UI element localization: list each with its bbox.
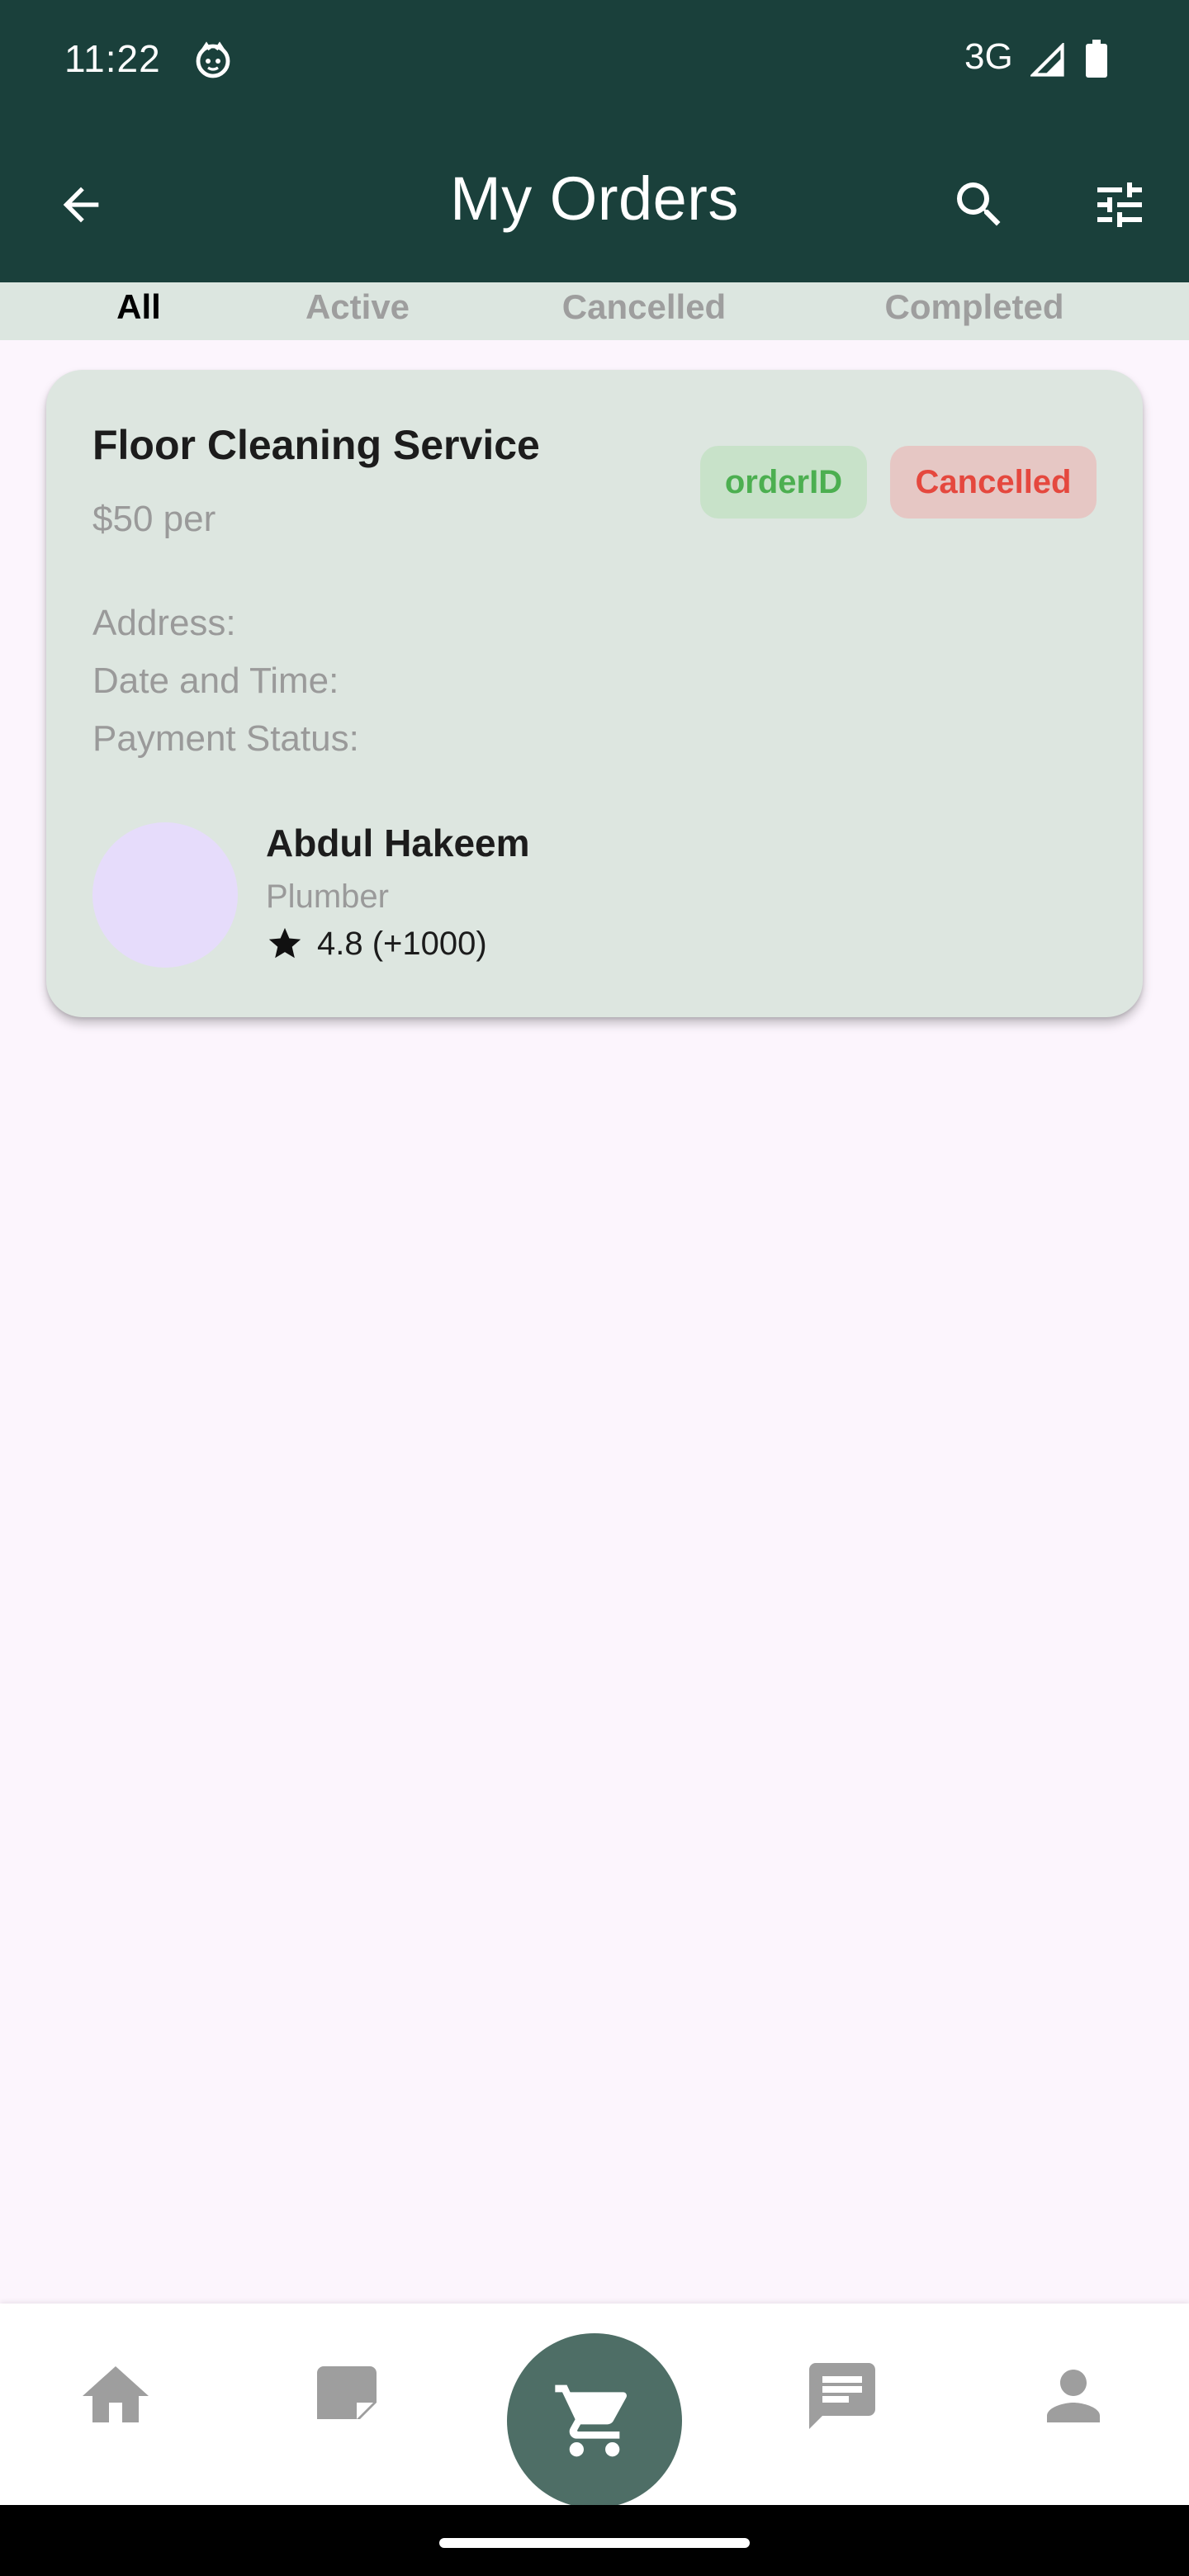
provider-role: Plumber (266, 878, 389, 915)
signal-icon (1030, 43, 1064, 77)
bottom-navigation (0, 2304, 1189, 2508)
nav-profile[interactable] (1032, 2355, 1115, 2437)
address-label: Address: (92, 603, 236, 643)
star-icon (268, 927, 301, 959)
face-icon (196, 41, 230, 78)
my-orders-screen: 11:22 3G My Orders All Active Cancelled … (0, 0, 1189, 2576)
status-badge: Cancelled (890, 446, 1097, 519)
provider-name: Abdul Hakeem (266, 822, 530, 864)
search-icon (957, 182, 1001, 226)
payment-status-label: Payment Status: (92, 718, 359, 759)
network-type: 3G (964, 36, 1013, 77)
tab-completed[interactable]: Completed (884, 287, 1063, 327)
chat-icon (809, 2363, 875, 2429)
tab-active[interactable]: Active (306, 287, 410, 327)
tab-cancelled[interactable]: Cancelled (562, 287, 726, 327)
order-card[interactable]: Floor Cleaning Service $50 per orderID C… (46, 370, 1143, 1017)
rating-text: 4.8 (+1000) (317, 925, 487, 962)
nav-chat[interactable] (801, 2355, 883, 2437)
cart-icon (555, 2384, 628, 2457)
tab-all[interactable]: All (116, 287, 161, 327)
search-button[interactable] (941, 167, 1017, 243)
status-bar: 11:22 3G (0, 0, 1189, 121)
order-id-badge: orderID (700, 446, 867, 519)
profile-icon (1047, 2370, 1100, 2422)
document-icon (317, 2366, 377, 2419)
home-gesture-handle[interactable] (439, 2538, 750, 2548)
app-bar: My Orders (0, 121, 1189, 282)
date-time-label: Date and Time: (92, 661, 339, 701)
status-time: 11:22 (64, 37, 161, 80)
filter-button[interactable] (1082, 167, 1158, 243)
filter-sliders-icon (1097, 182, 1142, 227)
nav-home[interactable] (74, 2355, 157, 2437)
nav-documents[interactable] (306, 2355, 388, 2437)
service-price: $50 per (92, 499, 216, 539)
battery-icon (1086, 40, 1107, 78)
nav-cart[interactable] (507, 2333, 682, 2508)
system-gesture-bar (0, 2505, 1189, 2576)
service-name: Floor Cleaning Service (92, 422, 540, 468)
avatar (92, 822, 238, 968)
order-tabs: All Active Cancelled Completed (0, 282, 1189, 340)
provider-rating: 4.8 (+1000) (266, 925, 487, 963)
home-icon (83, 2366, 149, 2422)
